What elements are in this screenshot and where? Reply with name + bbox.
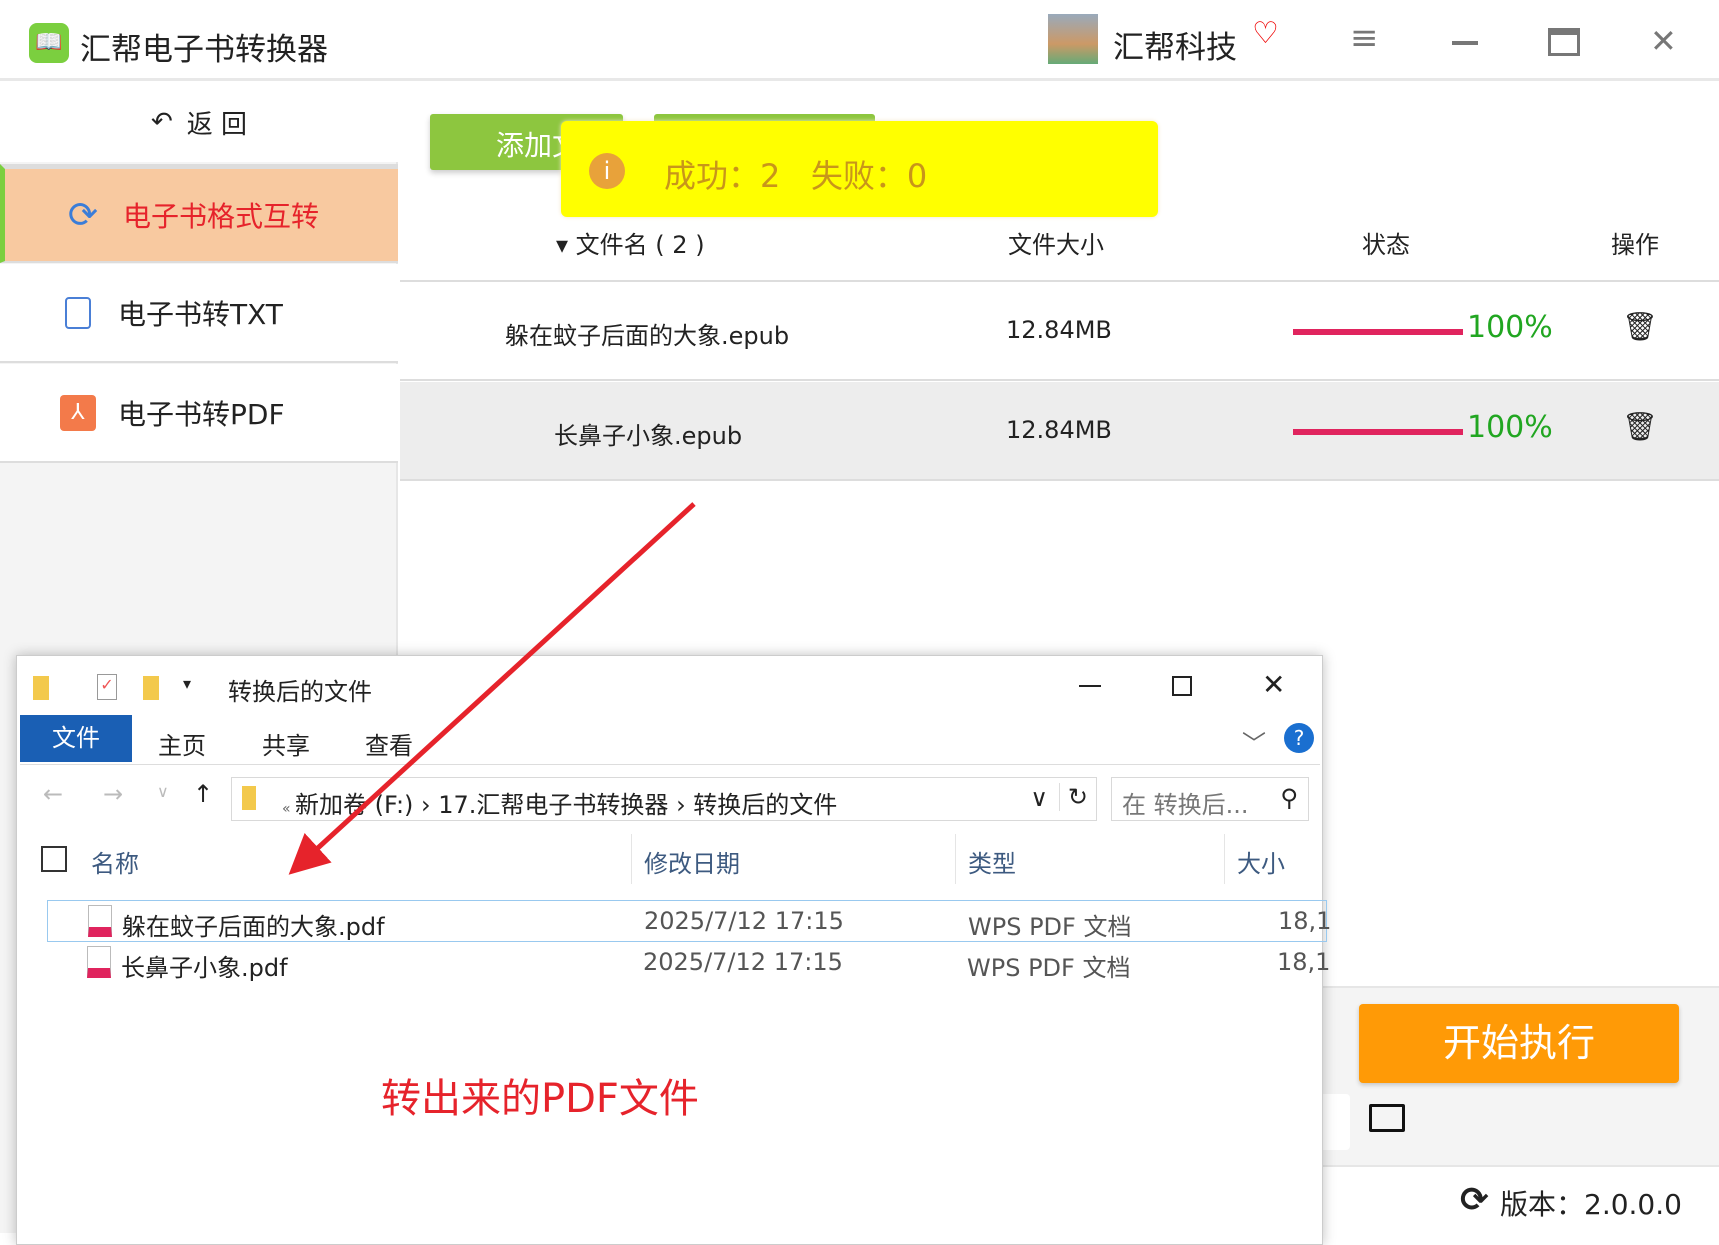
annotation-arrow: [288, 502, 696, 875]
